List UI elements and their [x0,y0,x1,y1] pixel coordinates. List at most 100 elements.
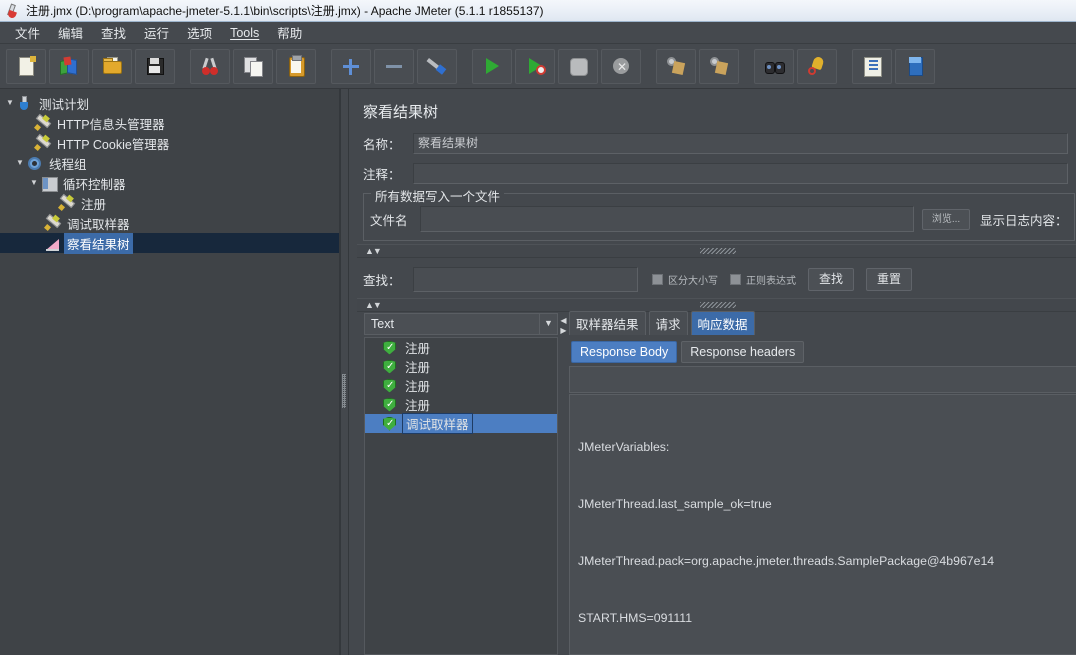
browse-button[interactable]: 浏览... [922,208,970,230]
tree-node-debug-sampler[interactable]: 调试取样器 [0,213,339,233]
element-config-pane: 察看结果树 名称： 察看结果树 注释： 所有数据写入一个文件 文件名 浏览...… [349,89,1076,655]
tree-node-register-sampler[interactable]: 注册 [0,193,339,213]
toolbar-paste-button[interactable] [276,48,316,84]
menu-run[interactable]: 运行 [135,21,178,44]
tree-node-label: 察看结果树 [64,232,133,254]
toolbar-save-button[interactable] [135,48,175,84]
toolbar-start-no-pauses-button[interactable] [515,48,555,84]
success-shield-icon: ✓ [383,416,396,431]
menu-edit[interactable]: 编辑 [49,21,92,44]
render-selector-value: Text [371,317,394,331]
thread-group-icon [26,155,44,171]
toolbar-clear-all-button[interactable] [699,48,739,84]
name-input[interactable]: 察看结果树 [413,133,1068,154]
tree-node-http-header-manager[interactable]: HTTP信息头管理器 [0,113,339,133]
tree-node-http-cookie-manager[interactable]: HTTP Cookie管理器 [0,133,339,153]
collapse-bar-upper[interactable]: ▲▼ [357,244,1076,258]
success-shield-icon: ✓ [383,340,396,355]
tree-node-loop-controller[interactable]: ▼ 循环控制器 [0,173,339,193]
toolbar-search-reset-button[interactable] [797,48,837,84]
menu-file[interactable]: 文件 [6,21,49,44]
splitter-right-arrow-icon[interactable]: ▶ [560,327,567,335]
response-search-strip[interactable] [569,366,1076,393]
expand-arrow-icon[interactable]: ▼ [4,99,16,107]
loop-controller-icon [40,175,58,192]
tree-node-label: 测试计划 [39,97,90,112]
regex-checkbox[interactable] [730,274,741,285]
toolbar-new-button[interactable] [6,48,46,84]
tree-node-label: 调试取样器 [67,217,130,232]
reset-button[interactable]: 重置 [866,268,912,291]
toolbar-expand-all-button[interactable] [331,48,371,84]
search-button[interactable]: 查找 [808,268,854,291]
tab-request[interactable]: 请求 [648,311,688,335]
write-all-data-groupbox: 所有数据写入一个文件 文件名 浏览... 显示日志内容： [363,186,1075,241]
expand-arrow-icon[interactable]: ▼ [28,179,40,187]
list-item[interactable]: ✓ 注册 [365,395,557,414]
list-item[interactable]: ✓ 注册 [365,338,557,357]
menu-tools[interactable]: Tools [221,24,268,42]
toolbar-stop-button[interactable] [558,48,598,84]
subtab-response-headers[interactable]: Response headers [681,341,805,363]
collapse-arrows-icon-2[interactable]: ▲▼ [365,300,382,310]
collapse-grip-2[interactable] [700,302,736,308]
list-item-label: 注册 [405,361,431,375]
toolbar-clear-button[interactable] [656,48,696,84]
subtab-response-body[interactable]: Response Body [571,341,678,363]
toolbar-collapse-all-button[interactable] [374,48,414,84]
toolbar-cut-button[interactable] [190,48,230,84]
toolbar-start-button[interactable] [472,48,512,84]
splitter-grip[interactable] [342,374,346,408]
templates-icon [58,55,80,77]
search-input[interactable] [413,267,638,292]
function-helper-icon [861,55,883,77]
list-item[interactable]: ✓ 注册 [365,376,557,395]
chevron-down-icon[interactable]: ▼ [539,314,557,334]
jmeter-flask-icon [5,3,21,19]
tree-panel-splitter[interactable] [340,89,349,655]
tree-node-thread-group[interactable]: ▼ 线程组 [0,153,339,173]
collapse-bar-lower[interactable]: ▲▼ [357,298,1076,312]
save-icon [144,55,166,77]
header-manager-icon [33,113,52,132]
toolbar-search-button[interactable] [754,48,794,84]
filename-input[interactable] [420,206,914,232]
tree-node-view-results-tree[interactable]: 察看结果树 [0,232,339,254]
tab-response-data[interactable]: 响应数据 [690,311,755,335]
toolbar-copy-button[interactable] [233,48,273,84]
toolbar-toggle-button[interactable] [417,48,457,84]
toolbar-shutdown-button[interactable]: ✕ [601,48,641,84]
regex-checkbox-wrap[interactable]: 正则表达式 [730,272,796,287]
case-sensitive-checkbox-wrap[interactable]: 区分大小写 [652,272,718,287]
menu-options[interactable]: 选项 [178,21,221,44]
toolbar-separator-6 [840,50,852,83]
toolbar-help-button[interactable] [895,48,935,84]
help-icon [904,55,926,77]
sampler-results-list[interactable]: ✓ 注册 ✓ 注册 ✓ 注册 ✓ 注册 ✓ 调试取样器 [364,337,558,655]
collapse-grip[interactable] [700,248,736,254]
comment-input[interactable] [413,163,1068,184]
collapse-arrows-icon[interactable]: ▲▼ [365,246,382,256]
toolbar-templates-button[interactable] [49,48,89,84]
toolbar-function-helper-button[interactable] [852,48,892,84]
copy-icon [242,55,264,77]
case-sensitive-checkbox[interactable] [652,274,663,285]
tree-node-label: 循环控制器 [63,177,126,192]
paste-icon [285,55,307,77]
render-selector-combo[interactable]: Text ▼ [364,313,558,335]
case-sensitive-label: 区分大小写 [668,276,718,287]
toolbar-separator-5 [742,50,754,83]
tree-node-label: HTTP Cookie管理器 [57,137,170,152]
list-item-selected[interactable]: ✓ 调试取样器 [365,413,557,434]
menu-help[interactable]: 帮助 [268,21,311,44]
list-item-label: 注册 [405,342,431,356]
splitter-left-arrow-icon[interactable]: ◀ [560,317,567,325]
list-item[interactable]: ✓ 注册 [365,357,557,376]
tab-sampler-result[interactable]: 取样器结果 [569,311,646,335]
results-detail-splitter[interactable]: ◀ ▶ [560,313,567,655]
expand-arrow-icon[interactable]: ▼ [14,159,26,167]
menu-search[interactable]: 查找 [92,21,135,44]
expand-all-icon [340,55,362,77]
toolbar-open-button[interactable] [92,48,132,84]
tree-node-test-plan[interactable]: ▼ 测试计划 [0,93,339,113]
